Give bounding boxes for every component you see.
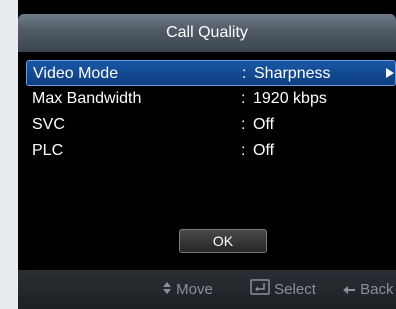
setting-label: Video Mode — [33, 65, 119, 82]
call-quality-screen: Call Quality Video Mode : Sharpness Max … — [18, 0, 396, 309]
left-arrow-icon — [342, 271, 356, 309]
setting-value: Off — [253, 116, 275, 133]
footer-hints: Move Select Back — [18, 270, 396, 309]
setting-colon: : — [242, 65, 247, 82]
setting-row-plc[interactable]: PLC : Off — [26, 138, 396, 164]
enter-key-icon — [250, 271, 270, 309]
up-down-arrows-icon — [162, 271, 172, 309]
setting-value: 1920 kbps — [253, 90, 327, 107]
hint-back-label: Back — [360, 281, 394, 298]
setting-value: Sharpness — [254, 65, 331, 82]
setting-colon: : — [241, 90, 246, 107]
ok-button[interactable]: OK — [179, 229, 267, 253]
setting-row-max-bandwidth[interactable]: Max Bandwidth : 1920 kbps — [26, 86, 396, 112]
hint-back: Back — [342, 270, 394, 309]
setting-label: SVC — [32, 116, 65, 133]
setting-colon: : — [241, 116, 246, 133]
setting-label: PLC — [32, 142, 64, 159]
setting-colon: : — [241, 142, 246, 159]
right-triangle-icon — [385, 61, 395, 87]
setting-row-video-mode[interactable]: Video Mode : Sharpness — [26, 60, 396, 86]
setting-row-svc[interactable]: SVC : Off — [26, 112, 396, 138]
hint-move-label: Move — [176, 281, 213, 298]
hint-select: Select — [250, 270, 316, 309]
hint-select-label: Select — [274, 281, 316, 298]
hint-move: Move — [162, 270, 213, 309]
settings-panel: Video Mode : Sharpness Max Bandwidth : 1… — [18, 52, 396, 270]
setting-label: Max Bandwidth — [32, 90, 142, 107]
setting-value: Off — [253, 142, 275, 159]
window-title: Call Quality — [18, 14, 396, 52]
